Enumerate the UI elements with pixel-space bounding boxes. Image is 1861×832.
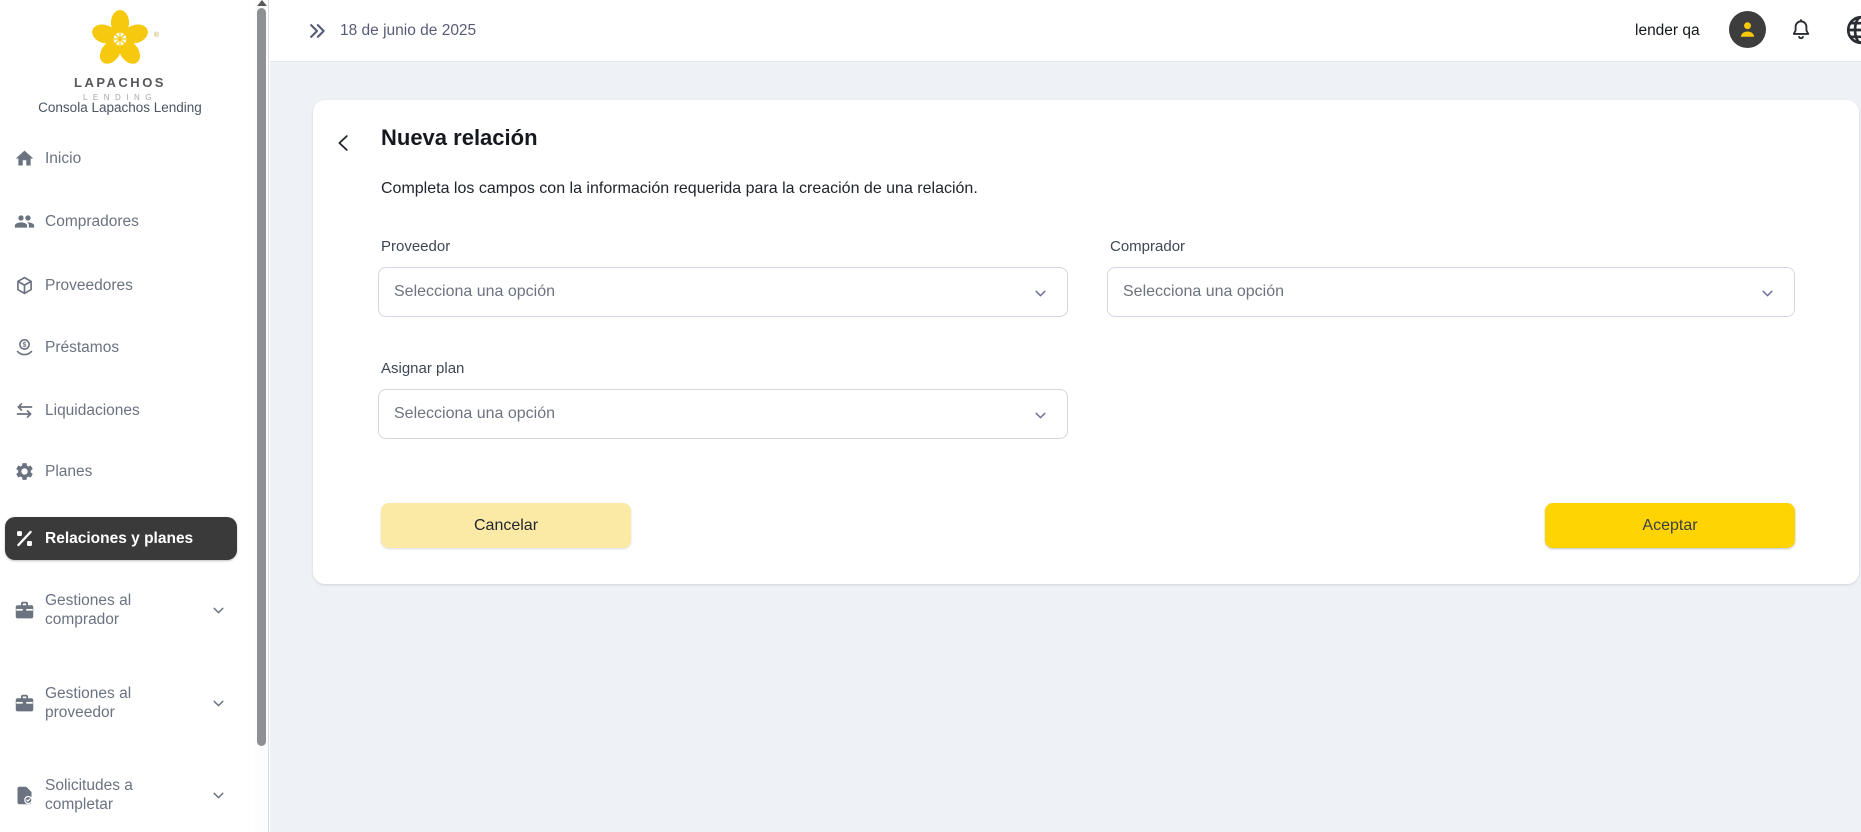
briefcase-icon (14, 693, 35, 714)
proveedor-select-placeholder: Selecciona una opción (394, 283, 555, 301)
field-proveedor: Proveedor Selecciona una opción (378, 238, 1068, 317)
breadcrumb[interactable]: 18 de junio de 2025 (307, 0, 476, 62)
language-globe-icon[interactable] (1844, 13, 1861, 47)
comprador-select[interactable]: Selecciona una opción (1107, 267, 1795, 317)
person-icon (1736, 18, 1759, 41)
home-icon (14, 148, 35, 169)
sidebar-item-compradores[interactable]: Compradores (0, 201, 255, 241)
sidebar-item-label: Proveedores (45, 276, 133, 295)
sidebar-item-gestiones-al-proveedor[interactable]: Gestiones al proveedor (0, 675, 255, 731)
double-chevron-right-icon (307, 21, 327, 41)
accept-button[interactable]: Aceptar (1545, 503, 1795, 548)
sidebar-item-prestamos[interactable]: $ Préstamos (0, 327, 255, 367)
user-avatar[interactable] (1729, 11, 1766, 48)
sidebar-item-solicitudes-a-completar[interactable]: Solicitudes a completar (0, 767, 255, 823)
sidebar: ® LAPACHOS LENDING Consola Lapachos Lend… (0, 0, 255, 832)
asignar-plan-select-placeholder: Selecciona una opción (394, 405, 555, 423)
page-title: Nueva relación (381, 125, 538, 151)
field-asignar-plan: Asignar plan Selecciona una opción (378, 360, 1068, 439)
sidebar-item-gestiones-al-comprador[interactable]: Gestiones al comprador (0, 582, 255, 638)
lapachos-flower-icon (91, 10, 149, 68)
sidebar-item-liquidaciones[interactable]: Liquidaciones (0, 390, 255, 430)
field-label-comprador: Comprador (1110, 238, 1795, 255)
sidebar-item-proveedores[interactable]: Proveedores (0, 265, 255, 305)
main-content-area: Nueva relación Completa los campos con l… (270, 62, 1861, 832)
sidebar-item-label: Relaciones y planes (45, 529, 193, 548)
gear-icon (14, 461, 35, 482)
sidebar-item-label: Inicio (45, 149, 81, 168)
briefcase-icon (14, 600, 35, 621)
chevron-down-icon (1032, 407, 1049, 424)
sidebar-item-label: Gestiones al comprador (45, 591, 197, 629)
users-icon (14, 211, 35, 232)
user-name: lender qa (1635, 0, 1700, 62)
app-logo: ® LAPACHOS LENDING (0, 10, 240, 102)
sidebar-item-planes[interactable]: Planes (0, 451, 255, 491)
chevron-down-icon (210, 695, 227, 712)
chevron-down-icon (210, 602, 227, 619)
breadcrumb-date: 18 de junio de 2025 (340, 22, 476, 40)
sidebar-item-label: Planes (45, 462, 92, 481)
coin-icon: $ (14, 337, 35, 358)
cancel-button[interactable]: Cancelar (381, 503, 631, 548)
scrollbar-thumb[interactable] (257, 8, 266, 746)
sidebar-item-label: Gestiones al proveedor (45, 684, 197, 722)
percent-icon (14, 528, 35, 549)
sidebar-item-label: Solicitudes a completar (45, 776, 197, 814)
top-header: 18 de junio de 2025 lender qa (270, 0, 1861, 62)
comprador-select-placeholder: Selecciona una opción (1123, 283, 1284, 301)
new-relation-card: Nueva relación Completa los campos con l… (313, 100, 1859, 584)
sidebar-item-inicio[interactable]: Inicio (0, 138, 255, 178)
sidebar-scrollbar[interactable] (255, 0, 268, 832)
exchange-arrows-icon (14, 400, 35, 421)
scrollbar-up-arrow[interactable] (257, 0, 267, 6)
svg-text:$: $ (23, 341, 27, 348)
sidebar-item-label: Liquidaciones (45, 401, 140, 420)
console-label: Consola Lapachos Lending (0, 100, 240, 115)
page-subtitle: Completa los campos con la información r… (381, 180, 978, 198)
sidebar-item-relaciones-y-planes[interactable]: Relaciones y planes (5, 517, 237, 560)
back-chevron-icon[interactable] (333, 132, 355, 154)
registered-mark: ® (154, 32, 159, 39)
notifications-bell-icon[interactable] (1788, 17, 1816, 45)
field-label-proveedor: Proveedor (381, 238, 1068, 255)
sidebar-divider (268, 0, 269, 832)
chevron-down-icon (210, 787, 227, 804)
sidebar-item-label: Compradores (45, 212, 139, 231)
asignar-plan-select[interactable]: Selecciona una opción (378, 389, 1068, 439)
sidebar-item-label: Préstamos (45, 338, 119, 357)
proveedor-select[interactable]: Selecciona una opción (378, 267, 1068, 317)
brand-name: LAPACHOS (0, 75, 240, 90)
document-check-icon (14, 785, 35, 806)
cube-icon (14, 275, 35, 296)
field-comprador: Comprador Selecciona una opción (1107, 238, 1795, 317)
field-label-asignar-plan: Asignar plan (381, 360, 1068, 377)
chevron-down-icon (1032, 285, 1049, 302)
chevron-down-icon (1759, 285, 1776, 302)
